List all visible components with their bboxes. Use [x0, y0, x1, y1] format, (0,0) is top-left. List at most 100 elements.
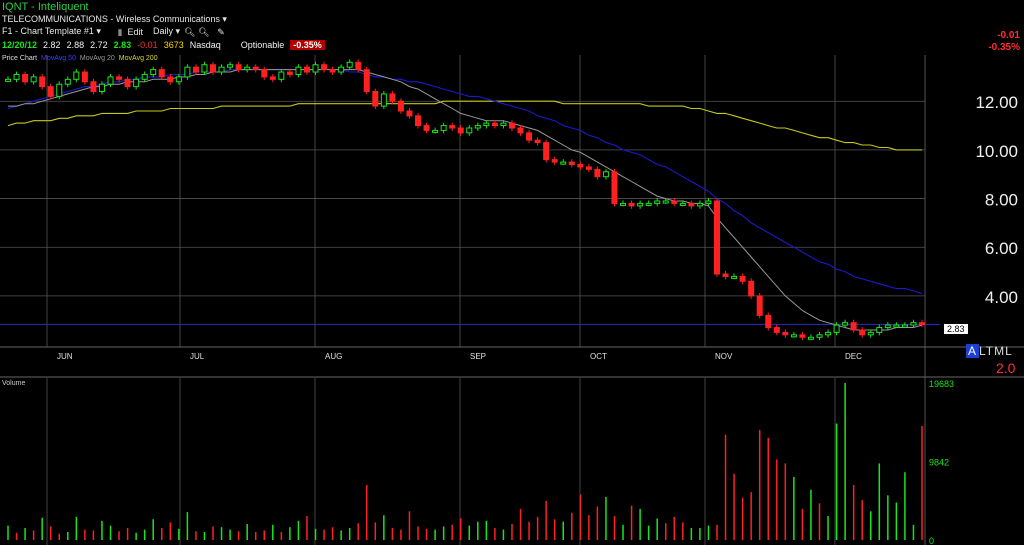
candle-body	[773, 327, 780, 333]
last-price-box: 2.83	[944, 324, 968, 334]
candle-body	[722, 273, 729, 277]
candle-body	[440, 125, 447, 131]
candle-body	[64, 78, 71, 85]
candle-body	[807, 336, 814, 340]
candle-body	[98, 83, 105, 92]
candle-body	[73, 71, 80, 80]
x-tick-label: NOV	[715, 352, 733, 361]
candle-body	[526, 132, 533, 141]
candle-body	[269, 76, 276, 80]
candle-body	[150, 69, 157, 75]
ma20-line	[8, 69, 923, 331]
candle-body	[756, 295, 763, 316]
price-volume-chart[interactable]: JUN JUL AUG SEP OCT NOV DEC 12.00 10.00 8.00 6.00 4…	[0, 0, 1024, 545]
candle-body	[158, 69, 165, 78]
y-tick-label: 10.00	[975, 142, 1018, 161]
candle-body	[133, 78, 140, 88]
candle-body	[329, 69, 336, 73]
candle-body	[799, 334, 806, 338]
candle-body	[81, 71, 88, 83]
candle-body	[816, 334, 823, 338]
candle-body	[312, 64, 319, 73]
candle-body	[585, 166, 592, 170]
y-tick-label: 4.00	[985, 288, 1018, 307]
candle-body	[543, 142, 550, 161]
candle-body	[662, 200, 669, 204]
candle-body	[406, 110, 413, 117]
candle-body	[5, 78, 11, 82]
ma200-line	[7, 100, 922, 151]
candle-body	[397, 100, 404, 112]
candle-body	[380, 93, 387, 107]
candle-body	[842, 322, 849, 326]
candle-body	[13, 73, 20, 80]
candle-body	[286, 71, 293, 75]
candle-body	[577, 164, 584, 168]
candle-body	[620, 202, 627, 206]
candle-body	[167, 76, 174, 83]
altml-value: 2.0	[996, 360, 1016, 376]
volume-label: Volume	[2, 380, 26, 387]
candle-body	[645, 202, 652, 206]
candle-body	[568, 161, 575, 165]
candle-body	[124, 78, 131, 88]
candle-body	[893, 324, 900, 328]
candle-body	[491, 122, 498, 127]
candle-body	[876, 327, 883, 333]
candle-body	[850, 322, 857, 331]
candle-body	[654, 200, 661, 204]
candle-body	[218, 66, 225, 73]
candle-body	[39, 76, 46, 88]
candle-body	[637, 202, 644, 207]
candle-body	[363, 69, 370, 92]
candle-body	[244, 66, 251, 71]
y-tick-label: 8.00	[985, 191, 1018, 210]
candle-body	[474, 125, 481, 129]
altml-rest: LTML	[979, 344, 1013, 358]
candle-body	[116, 76, 123, 80]
candle-body	[713, 200, 720, 275]
x-tick-label: AUG	[325, 352, 342, 361]
candle-body	[551, 159, 558, 163]
candle-body	[560, 161, 567, 165]
candle-body	[184, 66, 191, 78]
candle-body	[432, 129, 439, 133]
candle-body	[30, 76, 37, 83]
candle-body	[261, 69, 268, 78]
candle-body	[739, 275, 746, 282]
volume-tick-label: 9842	[929, 457, 949, 467]
volume-tick-label: 0	[929, 536, 934, 545]
candle-body	[910, 322, 917, 326]
candle-body	[278, 71, 285, 80]
candle-body	[679, 202, 686, 206]
candle-body	[705, 200, 712, 204]
candle-body	[671, 200, 678, 204]
x-tick-label: SEP	[470, 352, 486, 361]
candle-body	[782, 331, 789, 336]
candle-body	[457, 127, 464, 134]
candle-body	[594, 168, 601, 178]
candle-body	[389, 93, 396, 102]
candle-body	[90, 81, 97, 93]
candle-body	[175, 76, 182, 83]
candle-body	[696, 202, 703, 207]
candle-body	[765, 314, 772, 329]
candle-body	[483, 122, 490, 127]
altml-indicator: A LTML	[966, 344, 1013, 358]
candle-body	[210, 64, 217, 73]
x-tick-label: JUL	[190, 352, 205, 361]
candle-body	[500, 122, 507, 127]
candle-body	[338, 66, 345, 73]
candle-body	[517, 127, 524, 134]
candle-body	[602, 171, 609, 178]
candle-body	[508, 122, 515, 129]
candle-body	[423, 125, 430, 131]
candle-body	[346, 61, 353, 68]
altml-a: A	[966, 344, 980, 358]
candle-body	[466, 127, 473, 134]
candle-body	[56, 83, 63, 97]
candle-body	[611, 171, 618, 204]
candle-body	[884, 324, 891, 329]
candle-body	[372, 91, 379, 107]
candle-body	[449, 125, 456, 129]
